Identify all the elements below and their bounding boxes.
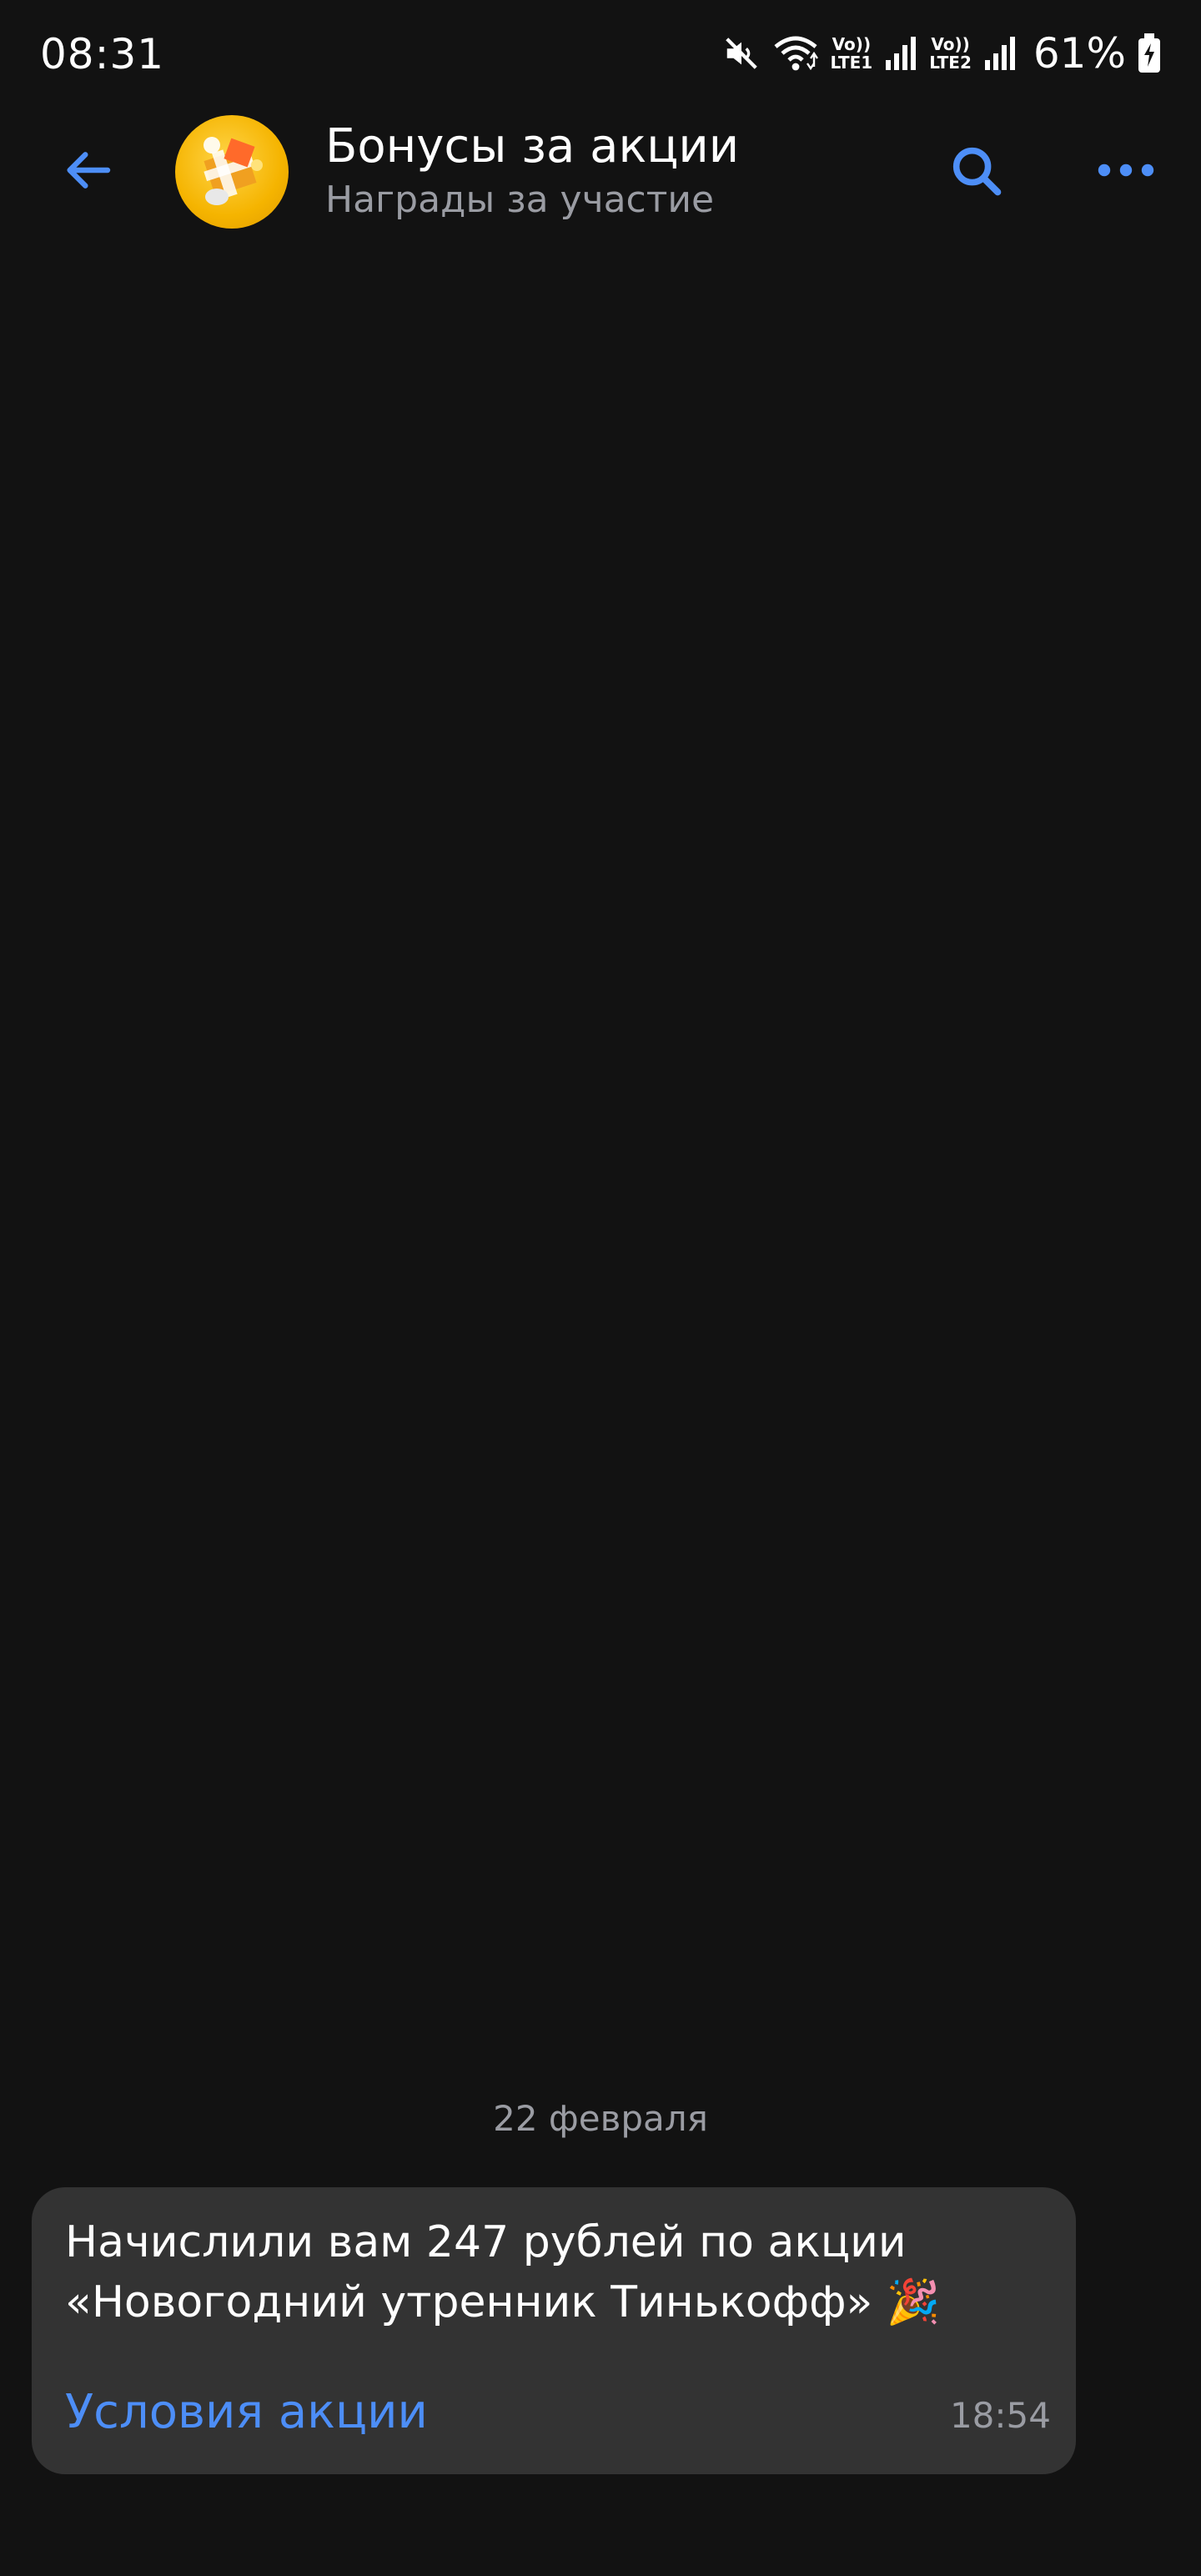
status-time: 08:31	[40, 30, 165, 78]
avatar[interactable]	[175, 115, 289, 229]
chat-title: Бонусы за акции	[325, 119, 740, 174]
search-icon	[947, 141, 1005, 203]
message-timestamp: 18:54	[949, 2395, 1051, 2436]
status-icons: Vo)) LTE1 Vo)) LTE2 61%	[722, 28, 1161, 78]
back-button[interactable]	[50, 138, 125, 205]
mute-icon	[722, 34, 761, 73]
signal-icon	[884, 35, 917, 72]
gift-icon	[204, 137, 263, 205]
search-button[interactable]	[942, 138, 1009, 205]
more-icon	[1096, 160, 1156, 184]
message-bubble: Начислили вам 247 рублей по акции «Новог…	[32, 2187, 1076, 2474]
arrow-left-icon	[61, 143, 114, 200]
status-bar: 08:31 Vo)) LTE1 Vo)) LTE2 61%	[0, 0, 1201, 108]
sim1-lte-label: Vo)) LTE1	[830, 34, 873, 73]
sim2-lte-label: Vo)) LTE2	[929, 34, 972, 73]
date-separator: 22 февраля	[493, 2098, 708, 2139]
battery-icon	[1138, 33, 1161, 73]
battery-percent: 61%	[1033, 29, 1126, 78]
more-button[interactable]	[1093, 138, 1159, 205]
chat-subtitle: Награды за участие	[325, 179, 715, 221]
signal-icon	[983, 35, 1017, 72]
message-text: Начислили вам 247 рублей по акции «Новог…	[65, 2217, 941, 2327]
promo-terms-link[interactable]: Условия акции	[65, 2381, 428, 2444]
wifi-icon	[772, 33, 819, 73]
chat-header: Бонусы за акции Награды за участие	[0, 108, 1201, 234]
